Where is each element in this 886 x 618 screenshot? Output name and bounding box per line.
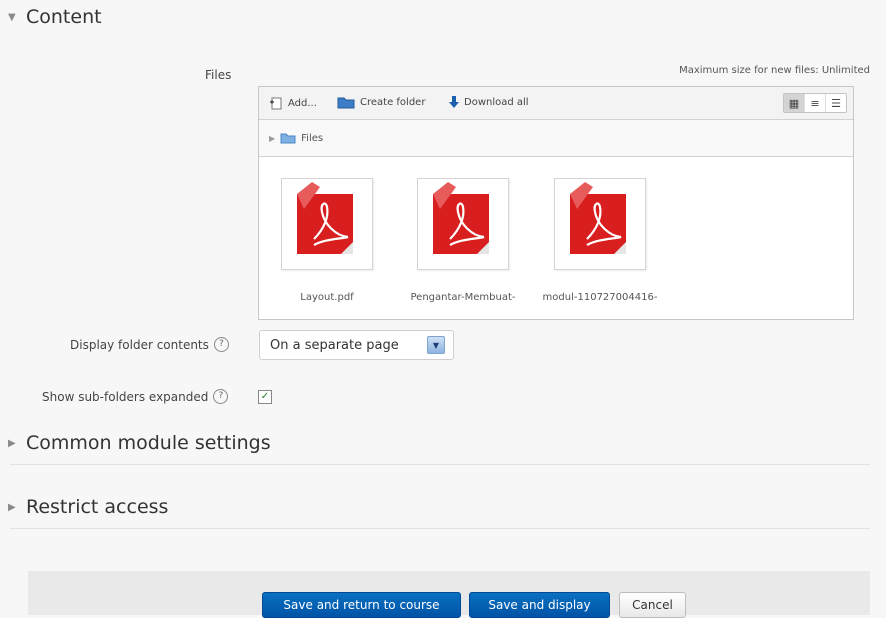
cancel-button[interactable]: Cancel — [619, 592, 686, 618]
icon-view-button[interactable]: ▦ — [784, 94, 804, 112]
create-folder-button[interactable]: Create folder — [337, 96, 425, 109]
create-folder-label: Create folder — [360, 97, 426, 108]
collapse-arrow-icon: ▼ — [8, 11, 16, 23]
download-all-button[interactable]: Download all — [449, 96, 529, 108]
section-restrict-header[interactable]: ▶ Restrict access — [8, 496, 168, 518]
section-title: Restrict access — [26, 496, 169, 518]
breadcrumb-files[interactable]: Files — [301, 133, 323, 144]
subfolders-label-text: Show sub-folders expanded — [42, 389, 209, 404]
list-view-button[interactable]: ≡ — [804, 94, 825, 112]
breadcrumb: ▶ Files — [259, 120, 853, 157]
pdf-file-icon — [281, 178, 373, 270]
file-name[interactable]: Pengantar-Membuat- — [403, 292, 523, 303]
display-folder-label-text: Display folder contents — [70, 337, 209, 352]
select-value: On a separate page — [270, 337, 399, 353]
file-name[interactable]: Layout.pdf — [267, 292, 387, 303]
download-arrow-icon — [449, 96, 459, 108]
help-icon[interactable]: ? — [213, 389, 229, 404]
download-all-label: Download all — [464, 96, 529, 108]
file-name[interactable]: modul-110727004416- — [540, 292, 660, 303]
file-item[interactable] — [403, 178, 523, 270]
expand-arrow-icon: ▶ — [8, 437, 16, 449]
add-label: Add... — [288, 97, 317, 109]
section-title: Content — [26, 6, 102, 28]
view-toggle: ▦ ≡ ☰ — [783, 93, 847, 113]
pdf-file-icon — [554, 178, 646, 270]
expand-arrow-icon: ▶ — [8, 501, 16, 513]
divider — [10, 528, 870, 529]
file-item[interactable] — [540, 178, 660, 270]
file-toolbar: Add... Create folder Download all ▦ ≡ ☰ — [259, 87, 853, 120]
save-display-button[interactable]: Save and display — [469, 592, 610, 618]
subfolders-checkbox[interactable]: ✓ — [258, 390, 272, 404]
tree-view-button[interactable]: ☰ — [825, 94, 846, 112]
expand-arrow-icon: ▶ — [269, 133, 276, 143]
pdf-file-icon — [417, 178, 509, 270]
file-manager: Add... Create folder Download all ▦ ≡ ☰ … — [258, 86, 854, 320]
subfolders-label: Show sub-folders expanded ? — [42, 389, 229, 404]
folder-icon — [337, 97, 355, 109]
folder-icon — [280, 133, 296, 144]
section-common-header[interactable]: ▶ Common module settings — [8, 432, 271, 454]
chevron-down-icon: ▼ — [427, 336, 445, 354]
help-icon[interactable]: ? — [213, 337, 229, 352]
add-file-button[interactable]: Add... — [269, 96, 317, 110]
display-folder-label: Display folder contents ? — [70, 337, 229, 352]
add-file-icon — [270, 97, 282, 110]
save-return-button[interactable]: Save and return to course — [262, 592, 461, 618]
files-label: Files — [205, 68, 232, 82]
divider — [10, 464, 870, 465]
max-size-text: Maximum size for new files: Unlimited — [679, 65, 870, 76]
section-content-header[interactable]: ▼ Content — [8, 6, 102, 28]
section-title: Common module settings — [26, 432, 271, 454]
file-item[interactable] — [267, 178, 387, 270]
display-folder-select[interactable]: On a separate page ▼ — [259, 330, 454, 360]
